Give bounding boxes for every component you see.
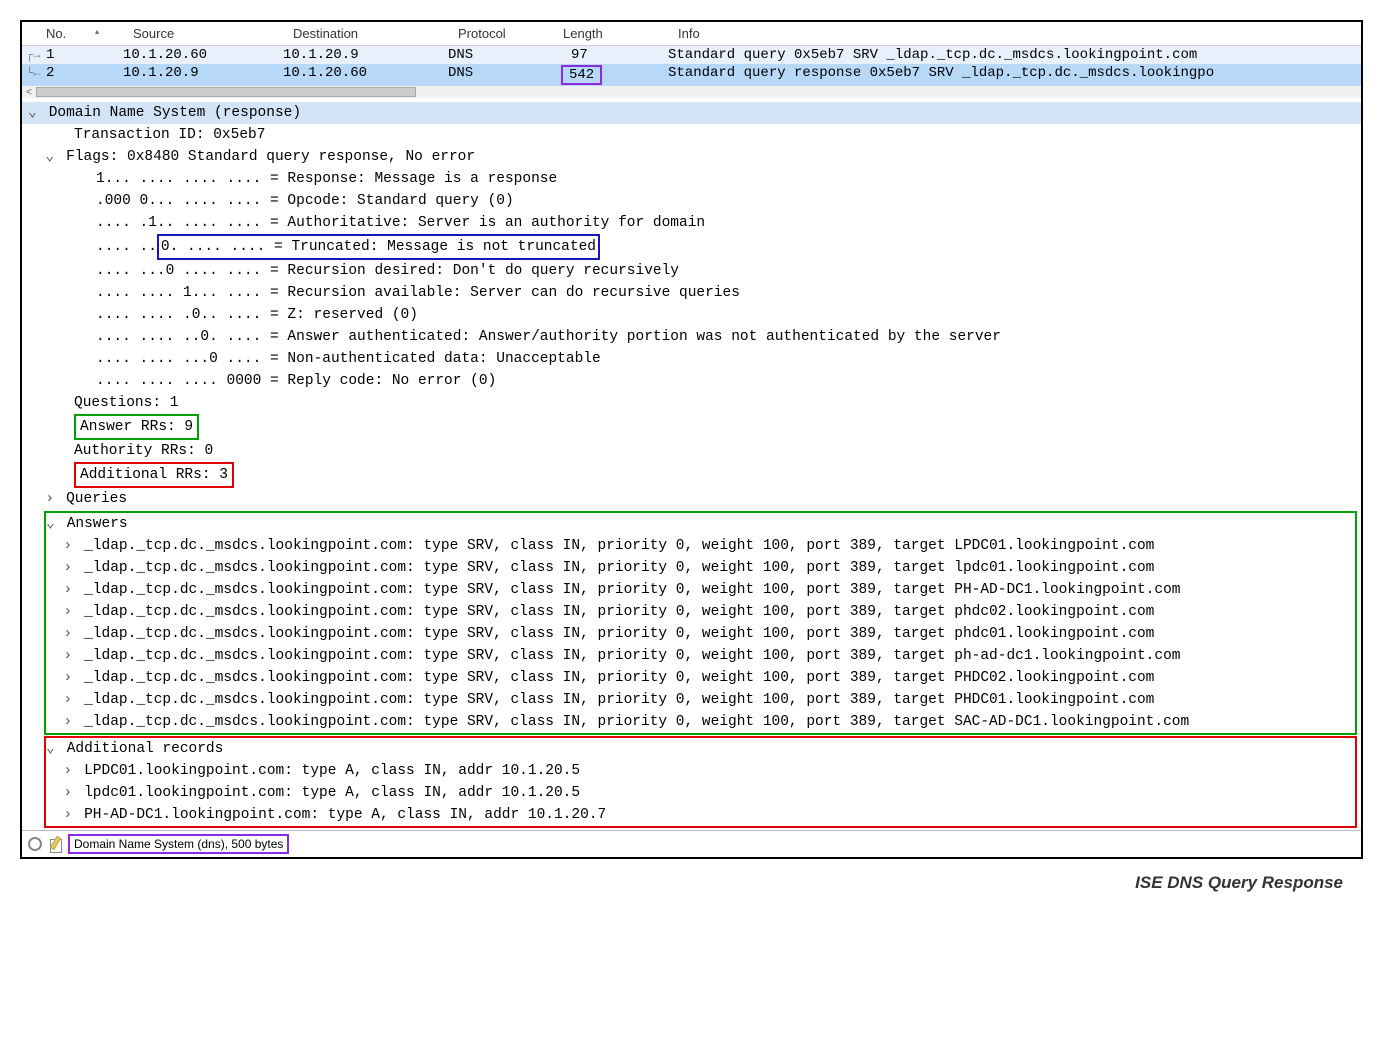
status-bar: Domain Name System (dns), 500 bytes bbox=[22, 830, 1361, 857]
additional-item[interactable]: › lpdc01.lookingpoint.com: type A, class… bbox=[46, 782, 1355, 804]
expert-info-icon[interactable] bbox=[28, 837, 42, 851]
answer-item[interactable]: › _ldap._tcp.dc._msdcs.lookingpoint.com:… bbox=[46, 601, 1355, 623]
packet-info: Standard query 0x5eb7 SRV _ldap._tcp.dc.… bbox=[668, 47, 1361, 63]
col-header-destination[interactable]: Destination bbox=[289, 24, 454, 43]
packet-row[interactable]: ┌→ 1 10.1.20.60 10.1.20.9 DNS 97 Standar… bbox=[22, 46, 1361, 64]
additional-rrs[interactable]: Additional RRs: 3 bbox=[22, 462, 1361, 488]
packet-list-pane[interactable]: No.▴ Source Destination Protocol Length … bbox=[22, 22, 1361, 86]
image-caption: ISE DNS Query Response bbox=[20, 873, 1343, 893]
length-highlight: 542 bbox=[561, 65, 602, 85]
packet-info: Standard query response 0x5eb7 SRV _ldap… bbox=[668, 65, 1361, 85]
answer-item[interactable]: › _ldap._tcp.dc._msdcs.lookingpoint.com:… bbox=[46, 535, 1355, 557]
packet-destination: 10.1.20.60 bbox=[283, 65, 448, 85]
answer-item[interactable]: › _ldap._tcp.dc._msdcs.lookingpoint.com:… bbox=[46, 645, 1355, 667]
edit-icon[interactable] bbox=[48, 837, 62, 851]
dns-root[interactable]: ⌄ Domain Name System (response) bbox=[22, 102, 1361, 124]
col-header-protocol[interactable]: Protocol bbox=[454, 24, 559, 43]
packet-length: 97 bbox=[553, 47, 668, 63]
scroll-thumb[interactable] bbox=[36, 87, 416, 97]
packet-source: 10.1.20.9 bbox=[123, 65, 283, 85]
truncated-highlight: 0. .... .... = Truncated: Message is not… bbox=[157, 234, 600, 260]
packet-row[interactable]: └← 2 10.1.20.9 10.1.20.60 DNS 542 Standa… bbox=[22, 64, 1361, 86]
col-header-length[interactable]: Length bbox=[559, 24, 674, 43]
answer-item[interactable]: › _ldap._tcp.dc._msdcs.lookingpoint.com:… bbox=[46, 711, 1355, 733]
flag-recursion-available[interactable]: .... .... 1... .... = Recursion availabl… bbox=[22, 282, 1361, 304]
flag-authoritative[interactable]: .... .1.. .... .... = Authoritative: Ser… bbox=[22, 212, 1361, 234]
flags-node[interactable]: ⌄ Flags: 0x8480 Standard query response,… bbox=[22, 146, 1361, 168]
packet-protocol: DNS bbox=[448, 47, 553, 63]
transaction-id[interactable]: Transaction ID: 0x5eb7 bbox=[22, 124, 1361, 146]
flag-answer-authenticated[interactable]: .... .... ..0. .... = Answer authenticat… bbox=[22, 326, 1361, 348]
additional-rrs-highlight: Additional RRs: 3 bbox=[74, 462, 234, 488]
status-label: Domain Name System (dns), 500 bytes bbox=[68, 834, 289, 854]
flag-truncated[interactable]: .... ..0. .... .... = Truncated: Message… bbox=[22, 234, 1361, 260]
answer-rrs-highlight: Answer RRs: 9 bbox=[74, 414, 199, 440]
scroll-left-icon[interactable]: < bbox=[22, 87, 36, 98]
answer-item[interactable]: › _ldap._tcp.dc._msdcs.lookingpoint.com:… bbox=[46, 623, 1355, 645]
additional-item[interactable]: › PH-AD-DC1.lookingpoint.com: type A, cl… bbox=[46, 804, 1355, 826]
col-header-no[interactable]: No.▴ bbox=[44, 24, 129, 43]
answer-item[interactable]: › _ldap._tcp.dc._msdcs.lookingpoint.com:… bbox=[46, 579, 1355, 601]
flag-z[interactable]: .... .... .0.. .... = Z: reserved (0) bbox=[22, 304, 1361, 326]
col-header-info[interactable]: Info bbox=[674, 24, 1361, 43]
packet-list-header[interactable]: No.▴ Source Destination Protocol Length … bbox=[22, 22, 1361, 46]
answer-item[interactable]: › _ldap._tcp.dc._msdcs.lookingpoint.com:… bbox=[46, 689, 1355, 711]
packet-details-pane[interactable]: ⌄ Domain Name System (response) Transact… bbox=[22, 98, 1361, 828]
additional-records-node[interactable]: ⌄ Additional records bbox=[46, 738, 1355, 760]
authority-rrs[interactable]: Authority RRs: 0 bbox=[22, 440, 1361, 462]
packet-no: 2 bbox=[38, 65, 123, 85]
flag-non-authenticated[interactable]: .... .... ...0 .... = Non-authenticated … bbox=[22, 348, 1361, 370]
packet-destination: 10.1.20.9 bbox=[283, 47, 448, 63]
answers-section: ⌄ Answers › _ldap._tcp.dc._msdcs.looking… bbox=[44, 511, 1357, 735]
packet-protocol: DNS bbox=[448, 65, 553, 85]
response-arrow-icon: └← bbox=[22, 65, 38, 85]
answer-item[interactable]: › _ldap._tcp.dc._msdcs.lookingpoint.com:… bbox=[46, 557, 1355, 579]
flag-reply-code[interactable]: .... .... .... 0000 = Reply code: No err… bbox=[22, 370, 1361, 392]
additional-records-section: ⌄ Additional records › LPDC01.lookingpoi… bbox=[44, 736, 1357, 828]
packet-length: 542 bbox=[553, 65, 668, 85]
packet-no: 1 bbox=[38, 47, 123, 63]
questions-count[interactable]: Questions: 1 bbox=[22, 392, 1361, 414]
flag-recursion-desired[interactable]: .... ...0 .... .... = Recursion desired:… bbox=[22, 260, 1361, 282]
answers-node[interactable]: ⌄ Answers bbox=[46, 513, 1355, 535]
horizontal-scrollbar[interactable]: < bbox=[22, 86, 1361, 98]
answer-item[interactable]: › _ldap._tcp.dc._msdcs.lookingpoint.com:… bbox=[46, 667, 1355, 689]
dns-title: Domain Name System (response) bbox=[49, 105, 301, 121]
flag-opcode[interactable]: .000 0... .... .... = Opcode: Standard q… bbox=[22, 190, 1361, 212]
col-header-source[interactable]: Source bbox=[129, 24, 289, 43]
packet-source: 10.1.20.60 bbox=[123, 47, 283, 63]
queries-node[interactable]: › Queries bbox=[22, 488, 1361, 510]
answer-rrs[interactable]: Answer RRs: 9 bbox=[22, 414, 1361, 440]
flag-response[interactable]: 1... .... .... .... = Response: Message … bbox=[22, 168, 1361, 190]
additional-item[interactable]: › LPDC01.lookingpoint.com: type A, class… bbox=[46, 760, 1355, 782]
request-arrow-icon: ┌→ bbox=[22, 47, 38, 63]
wireshark-window: No.▴ Source Destination Protocol Length … bbox=[20, 20, 1363, 859]
